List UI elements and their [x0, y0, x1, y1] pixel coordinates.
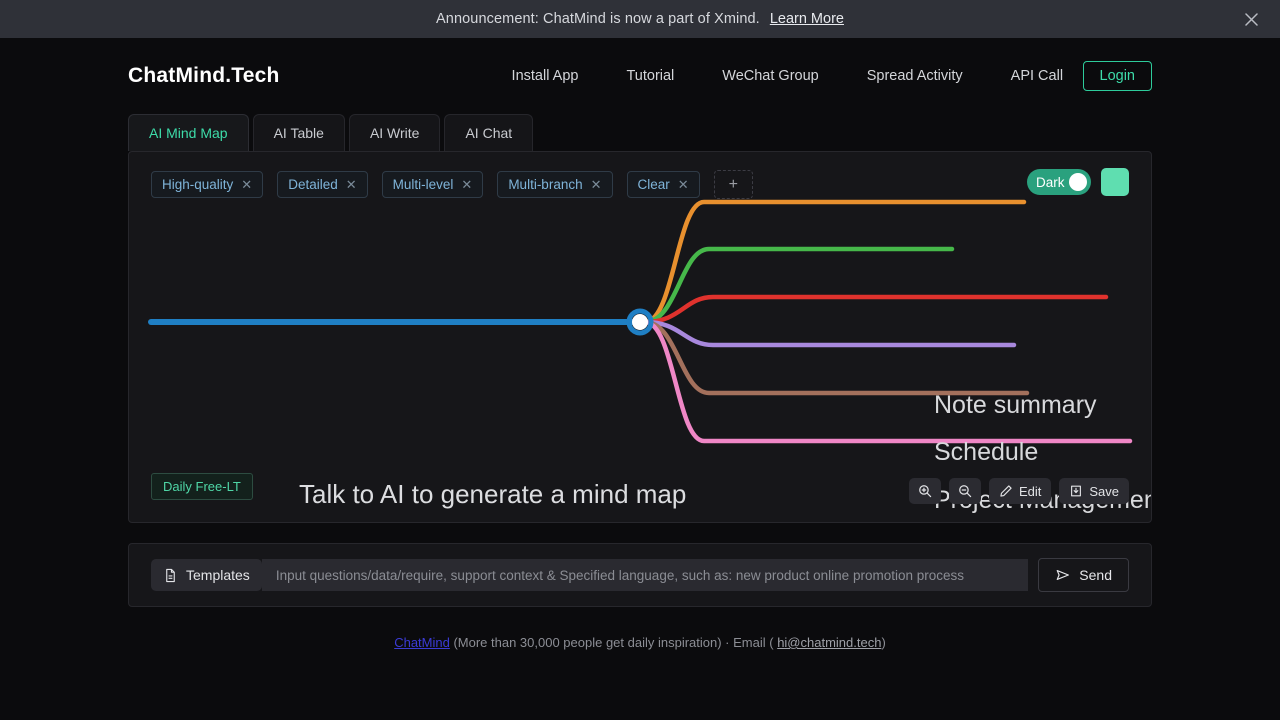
mindmap-branch-label-schedule[interactable]: Schedule	[934, 438, 1038, 467]
footer-close-paren: )	[881, 635, 886, 650]
logo[interactable]: ChatMind.Tech	[128, 64, 280, 88]
branch-line-5	[642, 319, 1133, 444]
site-header: ChatMind.Tech Install App Tutorial WeCha…	[0, 38, 1280, 114]
mindmap-canvas[interactable]: Talk to AI to generate a mind map Note s…	[129, 152, 1151, 522]
nav-item-api-call[interactable]: API Call	[1011, 68, 1063, 84]
zoom-out-icon[interactable]	[948, 478, 981, 504]
save-label: Save	[1089, 483, 1119, 499]
main-nav: Install App Tutorial WeChat Group Spread…	[512, 68, 1064, 84]
branch-line-4	[642, 319, 1030, 396]
tab-ai-chat[interactable]: AI Chat	[444, 114, 534, 151]
mindmap-card: High-quality ✕ Detailed ✕ Multi-level ✕ …	[128, 151, 1152, 523]
branch-line-1	[642, 246, 955, 325]
branch-line-0	[642, 199, 1027, 325]
tab-ai-table[interactable]: AI Table	[252, 114, 345, 151]
send-label: Send	[1079, 567, 1112, 583]
send-icon	[1055, 567, 1071, 583]
mindmap-branches	[148, 199, 1133, 444]
zoom-in-icon[interactable]	[908, 478, 941, 504]
announcement-text: Announcement: ChatMind is now a part of …	[436, 11, 760, 27]
login-button[interactable]: Login	[1082, 61, 1152, 91]
announcement-banner: Announcement: ChatMind is now a part of …	[0, 0, 1280, 38]
tab-ai-mind-map[interactable]: AI Mind Map	[128, 114, 249, 151]
close-icon[interactable]	[1240, 8, 1262, 30]
footer-text: (More than 30,000 people get daily inspi…	[449, 635, 778, 650]
root-node-center	[632, 314, 648, 330]
footer-email-link[interactable]: hi@chatmind.tech	[777, 635, 881, 650]
mindmap-toolbar: Edit Save	[908, 478, 1129, 504]
nav-item-wechat-group[interactable]: WeChat Group	[722, 68, 818, 84]
edit-label: Edit	[1018, 483, 1042, 499]
nav-item-tutorial[interactable]: Tutorial	[626, 68, 674, 84]
learn-more-link[interactable]: Learn More	[770, 11, 844, 27]
download-icon	[1069, 484, 1083, 498]
tab-bar: AI Mind Map AI Table AI Write AI Chat	[0, 114, 1280, 151]
branch-line-2	[642, 294, 1109, 325]
footer: ChatMind (More than 30,000 people get da…	[0, 635, 1280, 650]
mindmap-root-label[interactable]: Talk to AI to generate a mind map	[299, 479, 686, 510]
templates-button[interactable]: Templates	[151, 559, 262, 591]
pencil-icon	[999, 484, 1013, 498]
footer-brand-link[interactable]: ChatMind	[394, 635, 450, 650]
document-icon	[163, 568, 178, 583]
nav-item-spread-activity[interactable]: Spread Activity	[867, 68, 963, 84]
send-button[interactable]: Send	[1038, 558, 1129, 592]
edit-button[interactable]: Edit	[988, 478, 1052, 504]
branch-line-3	[642, 319, 1017, 348]
tab-ai-write[interactable]: AI Write	[348, 114, 441, 151]
nav-item-install-app[interactable]: Install App	[512, 68, 579, 84]
prompt-input[interactable]	[261, 559, 1029, 591]
daily-free-badge[interactable]: Daily Free-LT	[151, 473, 253, 500]
save-button[interactable]: Save	[1059, 478, 1129, 504]
templates-label: Templates	[186, 567, 250, 583]
mindmap-branch-label-note-summary[interactable]: Note summary	[934, 391, 1097, 420]
prompt-bar: Templates Send	[128, 543, 1152, 607]
